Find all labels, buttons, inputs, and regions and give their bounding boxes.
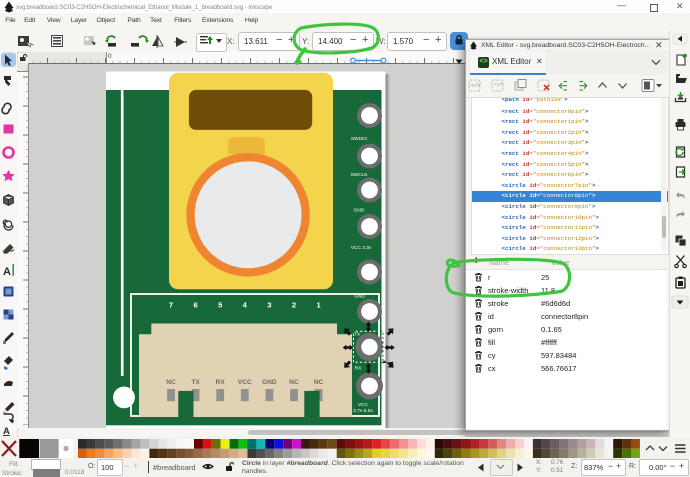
svg-text:TX: TX (354, 331, 361, 337)
svg-text:VCC 3.3v: VCC 3.3v (351, 245, 372, 251)
svg-text:NC: NC (289, 379, 299, 386)
svg-text:</>: </> (471, 83, 480, 89)
svg-text:3: 3 (267, 301, 271, 310)
svg-text:RX: RX (216, 379, 226, 386)
svg-text:6: 6 (193, 301, 197, 310)
svg-text:VCC: VCC (238, 379, 252, 386)
svg-text:SWDIO: SWDIO (351, 136, 368, 142)
svg-text:A: A (3, 266, 11, 278)
svg-text:NC: NC (314, 379, 324, 386)
svg-text:SWCLK: SWCLK (350, 172, 368, 178)
svg-text:7: 7 (169, 301, 173, 310)
svg-text:"/": "/" (494, 83, 503, 89)
svg-text:VCC: VCC (358, 402, 369, 408)
svg-text:RX: RX (355, 365, 362, 371)
svg-text:NC: NC (166, 379, 176, 386)
svg-text:2: 2 (292, 301, 296, 310)
svg-text:TX: TX (191, 379, 200, 386)
svg-text:GND: GND (354, 208, 365, 214)
svg-text:GND: GND (262, 379, 277, 386)
svg-text:GND: GND (354, 293, 365, 299)
svg-text:3.7v-5.5v: 3.7v-5.5v (353, 408, 373, 414)
